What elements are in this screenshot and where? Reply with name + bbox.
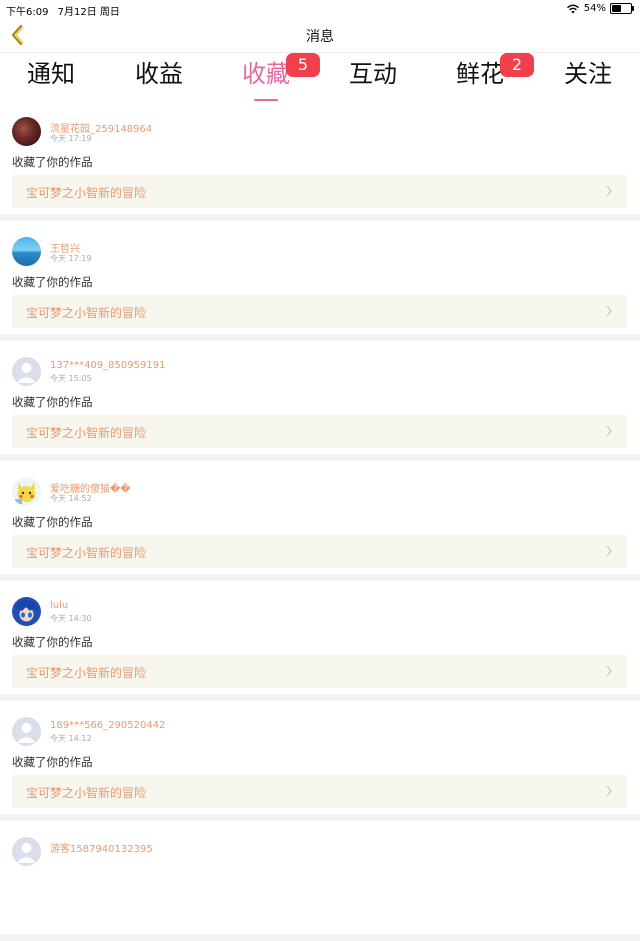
tab-badge: 2 [500, 53, 534, 77]
tab-bar: 通知 收益 收藏 5 互动 鲜花 2 关注 [0, 53, 640, 102]
tab-label: 收藏 [242, 60, 290, 88]
battery-fill [612, 5, 621, 12]
user-name[interactable]: 189***566_290520442 [50, 720, 165, 731]
work-link[interactable]: 宝可梦之小智新的冒险 [12, 655, 627, 688]
chevron-right-icon [606, 545, 612, 557]
tab-favorites[interactable]: 收藏 5 [221, 53, 320, 102]
work-link[interactable]: 宝可梦之小智新的冒险 [12, 775, 627, 808]
timestamp: 今天 17:19 [50, 254, 92, 263]
wifi-icon [566, 4, 579, 13]
status-date: 7月12日 周日 [57, 7, 120, 18]
work-title: 宝可梦之小智新的冒险 [26, 546, 147, 560]
pikachu-avatar-icon [15, 482, 36, 504]
tab-notifications[interactable]: 通知 [6, 59, 96, 99]
status-bar: 下午6:09 7月12日 周日 54% [0, 0, 640, 18]
avatar[interactable] [12, 597, 41, 626]
timestamp: 今天 14:12 [50, 734, 92, 743]
tab-label: 收益 [135, 60, 183, 88]
action-text: 收藏了你的作品 [12, 275, 93, 289]
avatar[interactable] [12, 357, 41, 386]
list-item: 游客1587940132395 [0, 821, 640, 934]
tab-label: 互动 [349, 60, 397, 88]
work-title: 宝可梦之小智新的冒险 [26, 186, 147, 200]
work-link[interactable]: 宝可梦之小智新的冒险 [12, 175, 627, 208]
work-title: 宝可梦之小智新的冒险 [26, 426, 147, 440]
status-time: 下午6:09 [6, 7, 49, 18]
action-text: 收藏了你的作品 [12, 755, 93, 769]
tab-earnings[interactable]: 收益 [114, 59, 204, 99]
user-name[interactable]: lulu [50, 600, 68, 611]
list-item: 王哲兴 今天 17:19 收藏了你的作品 宝可梦之小智新的冒险 [0, 221, 640, 334]
list-item: 爱吃糖的傻猫�� 今天 14:52 收藏了你的作品 宝可梦之小智新的冒险 [0, 461, 640, 574]
tab-interactions[interactable]: 互动 [328, 59, 418, 99]
action-text: 收藏了你的作品 [12, 515, 93, 529]
list-item: 137***409_850959191 今天 15:05 收藏了你的作品 宝可梦… [0, 341, 640, 454]
user-name[interactable]: 137***409_850959191 [50, 360, 165, 371]
list-item: lulu 今天 14:30 收藏了你的作品 宝可梦之小智新的冒险 [0, 581, 640, 694]
tab-badge: 5 [286, 53, 320, 77]
work-link[interactable]: 宝可梦之小智新的冒险 [12, 535, 627, 568]
battery-percent: 54% [583, 3, 606, 14]
chevron-right-icon [606, 665, 612, 677]
favorites-list: 流星花园_259148964 今天 17:19 收藏了你的作品 宝可梦之小智新的… [0, 101, 640, 941]
anime-avatar-icon [15, 599, 38, 618]
avatar[interactable] [12, 117, 41, 146]
chevron-right-icon [606, 305, 612, 317]
avatar[interactable] [12, 717, 41, 746]
page-title: 消息 [306, 29, 334, 45]
work-link[interactable]: 宝可梦之小智新的冒险 [12, 415, 627, 448]
tab-flowers[interactable]: 鲜花 2 [435, 53, 534, 99]
avatar[interactable] [12, 837, 41, 866]
tab-follows[interactable]: 关注 [543, 59, 633, 99]
default-avatar-icon [17, 843, 36, 863]
work-title: 宝可梦之小智新的冒险 [26, 786, 147, 800]
battery-icon [610, 3, 634, 14]
chevron-right-icon [606, 425, 612, 437]
tab-label: 鲜花 [456, 60, 504, 88]
timestamp: 今天 14:52 [50, 494, 92, 503]
timestamp: 今天 17:19 [50, 134, 92, 143]
action-text: 收藏了你的作品 [12, 635, 93, 649]
default-avatar-icon [17, 723, 36, 743]
action-text: 收藏了你的作品 [12, 155, 93, 169]
default-avatar-icon [17, 363, 36, 383]
nav-bar: 消息 [0, 18, 640, 53]
avatar[interactable] [12, 477, 41, 506]
work-title: 宝可梦之小智新的冒险 [26, 666, 147, 680]
chevron-right-icon [606, 185, 612, 197]
tab-label: 关注 [564, 60, 612, 88]
timestamp: 今天 15:05 [50, 374, 92, 383]
list-item: 189***566_290520442 今天 14:12 收藏了你的作品 宝可梦… [0, 701, 640, 814]
avatar[interactable] [12, 237, 41, 266]
work-link[interactable]: 宝可梦之小智新的冒险 [12, 295, 627, 328]
work-title: 宝可梦之小智新的冒险 [26, 306, 147, 320]
action-text: 收藏了你的作品 [12, 395, 93, 409]
tab-label: 通知 [27, 60, 75, 88]
chevron-right-icon [606, 785, 612, 797]
timestamp: 今天 14:30 [50, 614, 92, 623]
list-item: 流星花园_259148964 今天 17:19 收藏了你的作品 宝可梦之小智新的… [0, 101, 640, 214]
